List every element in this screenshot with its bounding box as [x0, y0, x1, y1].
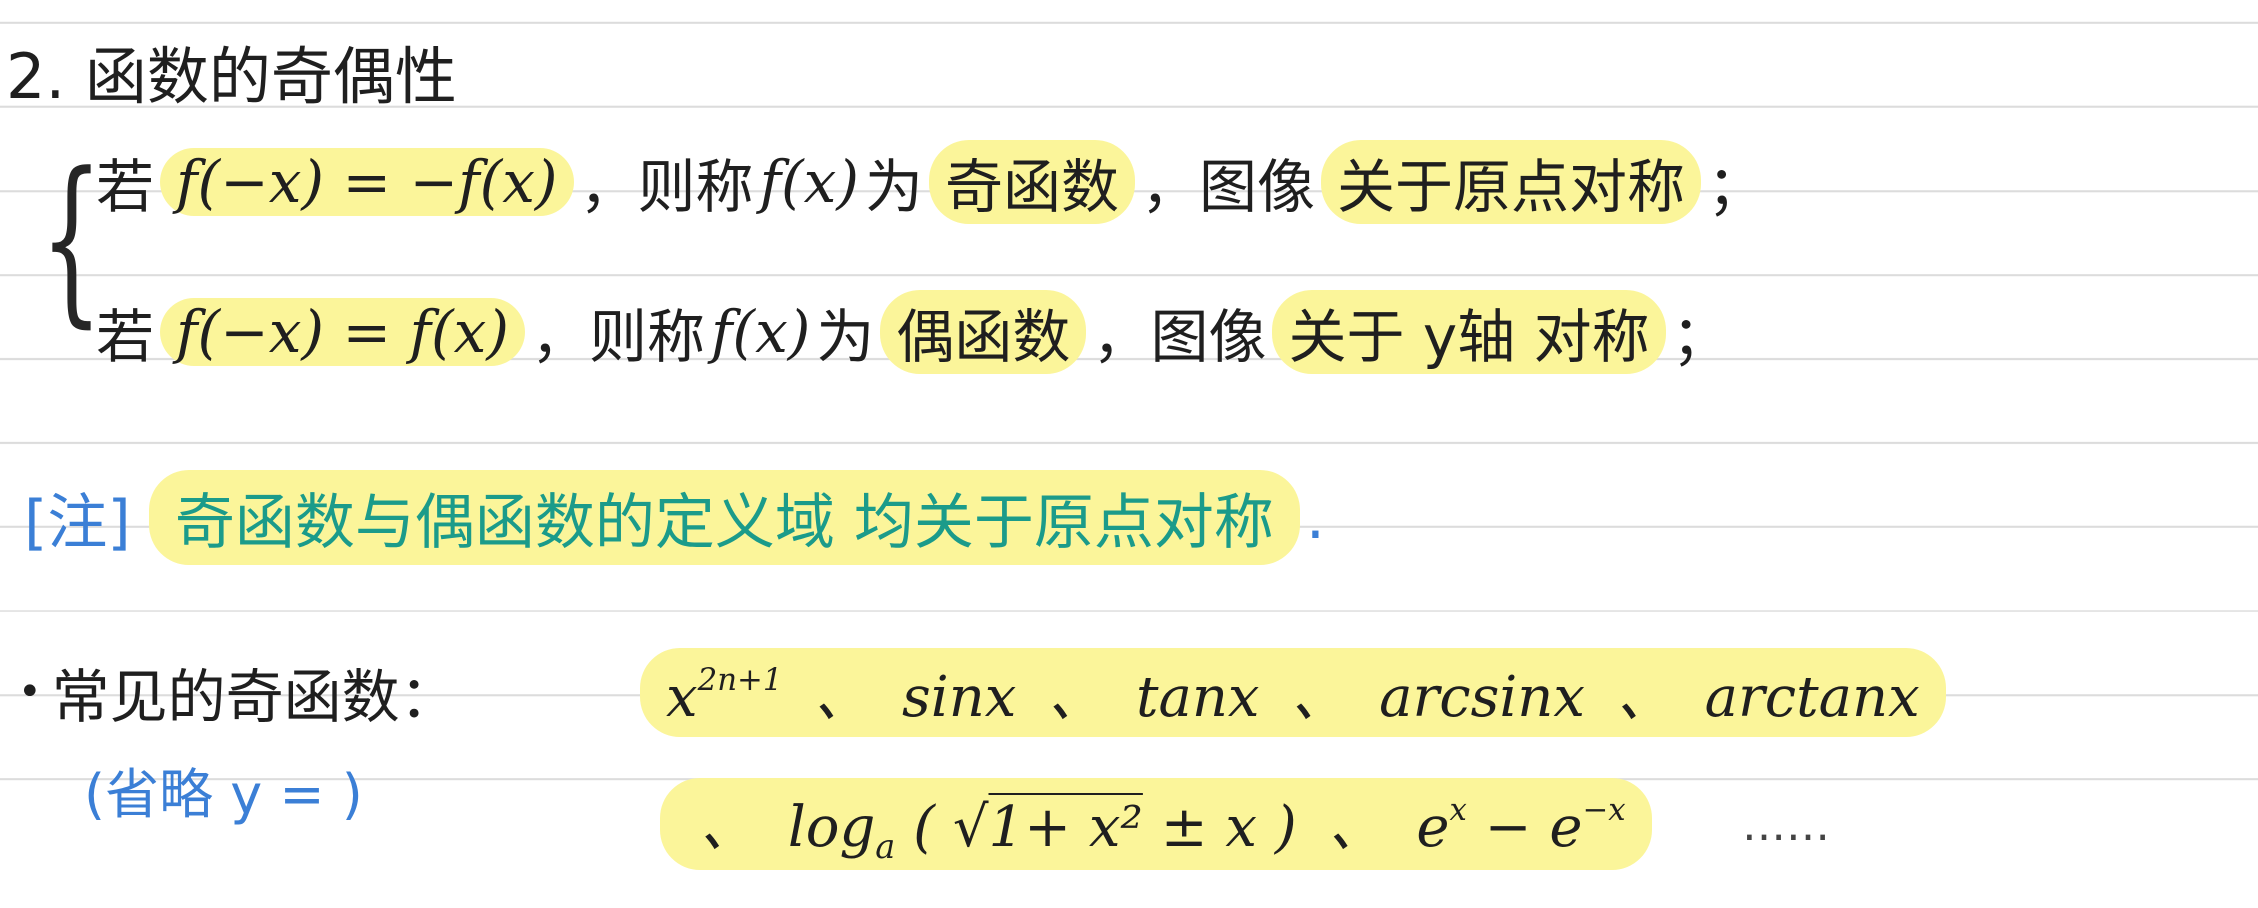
omit-y-note: (省略 y = ) [84, 763, 363, 826]
log-function: loga ( √1+ x² ± x ) [787, 795, 1297, 866]
ellipsis: …… [1742, 800, 1830, 851]
even-function-definition: 若 f(−x) = f(x) ，则称 f(x) 为 偶函数 ，图像 关于 y轴 … [96, 290, 1730, 374]
separator: 、 [1291, 665, 1348, 730]
note-text: 奇函数与偶函数的定义域 均关于原点对称 [148, 470, 1300, 565]
y-axis-symmetry: 关于 y轴 对称 [1272, 290, 1666, 374]
left-brace: { [40, 135, 103, 344]
odd-functions-list-1: x2n+1 、 sinx 、 tanx 、 arcsinx 、 arctanx [640, 648, 1946, 737]
then-called: ，则称 [579, 153, 754, 221]
sin-function: sinx [902, 665, 1017, 730]
common-odd-functions-label: • 常见的奇函数： [18, 650, 458, 734]
separator: 、 [1616, 665, 1673, 730]
note-period: . [1305, 482, 1325, 553]
separator: 、 [1328, 795, 1385, 860]
note-line: [注] 奇函数与偶函数的定义域 均关于原点对称 . [24, 470, 1325, 565]
arctan-function: arctanx [1704, 665, 1920, 730]
odd-condition: f(−x) = −f(x) [160, 148, 574, 216]
odd-functions-list-2: 、 loga ( √1+ x² ± x ) 、 ex − e−x [660, 778, 1652, 870]
odd-function-definition: 若 f(−x) = −f(x) ，则称 f(x) 为 奇函数 ，图像 关于原点对… [96, 140, 1765, 224]
if-word: 若 [96, 153, 155, 221]
exp-difference: ex − e−x [1416, 791, 1626, 860]
semicolon: ； [1671, 303, 1730, 371]
separator: 、 [700, 795, 756, 860]
graph-word: ，图像 [1141, 153, 1316, 221]
if-word: 若 [96, 303, 155, 371]
origin-symmetry: 关于原点对称 [1321, 140, 1702, 224]
tan-function: tanx [1135, 665, 1260, 730]
odd-function-term: 奇函数 [929, 140, 1136, 224]
common-label: 常见的奇函数： [51, 663, 458, 731]
fx: f(x) [759, 148, 859, 216]
graph-word: ，图像 [1092, 303, 1267, 371]
section-heading: 2. 函数的奇偶性 [6, 40, 457, 113]
power-function: x2n+1 [666, 661, 783, 730]
as-word: 为 [816, 303, 875, 371]
even-condition: f(−x) = f(x) [160, 298, 525, 366]
as-word: 为 [865, 153, 924, 221]
sqrt-icon: √ [952, 795, 989, 860]
then-called: ，则称 [530, 303, 705, 371]
bullet-icon: • [18, 669, 42, 715]
note-tag: [注] [24, 488, 131, 558]
arcsin-function: arcsinx [1379, 665, 1585, 730]
separator: 、 [814, 665, 871, 730]
separator: 、 [1048, 665, 1105, 730]
semicolon: ； [1707, 153, 1766, 221]
even-function-term: 偶函数 [880, 290, 1087, 374]
fx: f(x) [710, 298, 811, 366]
